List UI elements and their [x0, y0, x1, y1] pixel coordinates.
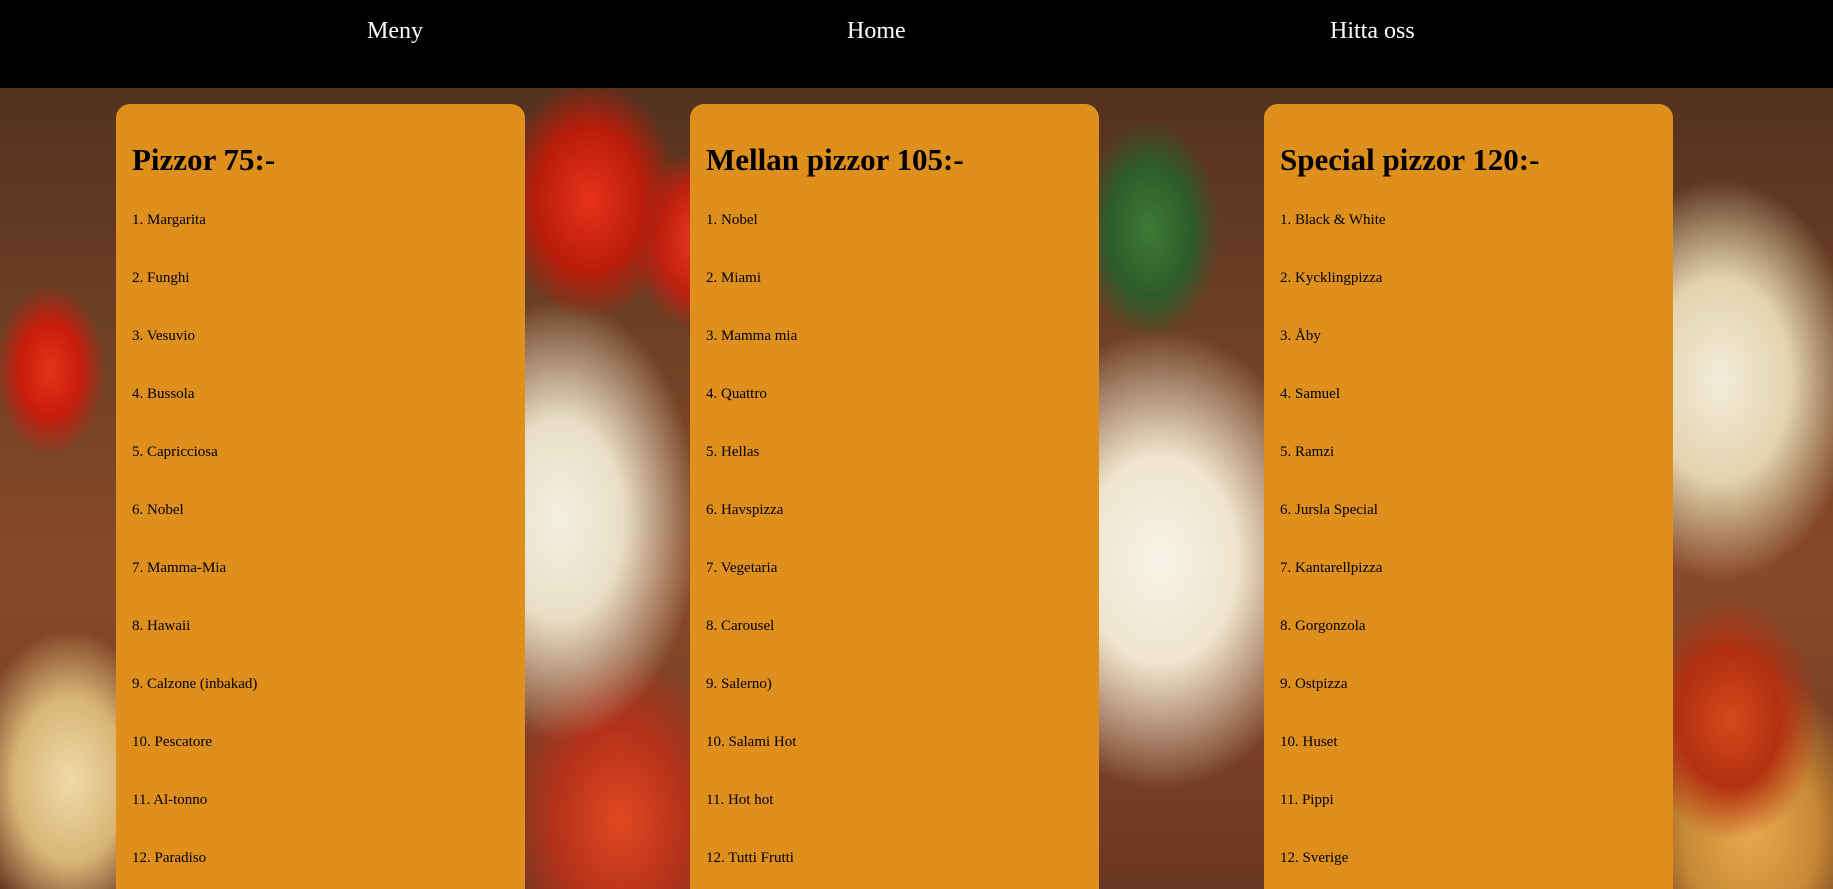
menu-item: 5. Capricciosa [132, 444, 218, 460]
menu-card-pizzor: Pizzor 75:- 1. Margarita 2. Funghi 3. Ve… [116, 104, 525, 889]
menu-item: 11. Al-tonno [132, 792, 208, 808]
menu-item: 4. Bussola [132, 386, 195, 402]
menu-item: 6. Jursla Special [1280, 502, 1378, 518]
menu-item: 12. Tutti Frutti [706, 850, 794, 866]
menu-item: 8. Carousel [706, 618, 775, 634]
menu-item: 7. Vegetaria [706, 560, 778, 576]
menu-item: 11. Hot hot [706, 792, 774, 808]
menu-card-special-pizzor: Special pizzor 120:- 1. Black & White 2.… [1264, 104, 1673, 889]
menu-item: 1. Nobel [706, 212, 758, 228]
menu-item: 1. Black & White [1280, 212, 1386, 228]
menu-item: 5. Hellas [706, 444, 760, 460]
menu-list: 1. Black & White 2. Kycklingpizza 3. Åby… [1280, 210, 1657, 889]
menu-item: 2. Funghi [132, 270, 190, 286]
menu-item: 9. Calzone (inbakad) [132, 676, 258, 692]
menu-card-title: Mellan pizzor 105:- [706, 142, 964, 177]
menu-item: 9. Ostpizza [1280, 676, 1348, 692]
menu-item: 1. Margarita [132, 212, 206, 228]
menu-card-mellan-pizzor: Mellan pizzor 105:- 1. Nobel 2. Miami 3.… [690, 104, 1099, 889]
menu-item: 3. Vesuvio [132, 328, 196, 344]
menu-item: 5. Ramzi [1280, 444, 1335, 460]
menu-card-title: Pizzor 75:- [132, 142, 276, 177]
nav-link-meny[interactable]: Meny [367, 18, 423, 45]
menu-item: 6. Nobel [132, 502, 184, 518]
menu-card-title: Special pizzor 120:- [1280, 142, 1540, 177]
menu-item: 4. Quattro [706, 386, 767, 402]
nav-link-home[interactable]: Home [847, 18, 906, 45]
menu-item: 10. Pescatore [132, 734, 212, 750]
menu-item: 3. Åby [1280, 328, 1321, 344]
menu-item: 8. Hawaii [132, 618, 191, 634]
menu-item: 9. Salerno) [706, 676, 772, 692]
menu-item: 12. Sverige [1280, 850, 1349, 866]
menu-item: 6. Havspizza [706, 502, 784, 518]
menu-item: 2. Kycklingpizza [1280, 270, 1383, 286]
menu-item: 4. Samuel [1280, 386, 1340, 402]
menu-item: 2. Miami [706, 270, 761, 286]
menu-item: 3. Mamma mia [706, 328, 798, 344]
menu-item: 11. Pippi [1280, 792, 1334, 808]
menu-item: 10. Huset [1280, 734, 1338, 750]
menu-item: 8. Gorgonzola [1280, 618, 1366, 634]
menu-item: 7. Kantarellpizza [1280, 560, 1383, 576]
nav-link-hitta-oss[interactable]: Hitta oss [1330, 18, 1415, 45]
menu-item: 7. Mamma-Mia [132, 560, 227, 576]
top-navigation: Meny Home Hitta oss [0, 0, 1833, 88]
menu-item: 12. Paradiso [132, 850, 207, 866]
menu-list: 1. Nobel 2. Miami 3. Mamma mia 4. Quattr… [706, 210, 1083, 889]
menu-list: 1. Margarita 2. Funghi 3. Vesuvio 4. Bus… [132, 210, 509, 889]
menu-item: 10. Salami Hot [706, 734, 797, 750]
